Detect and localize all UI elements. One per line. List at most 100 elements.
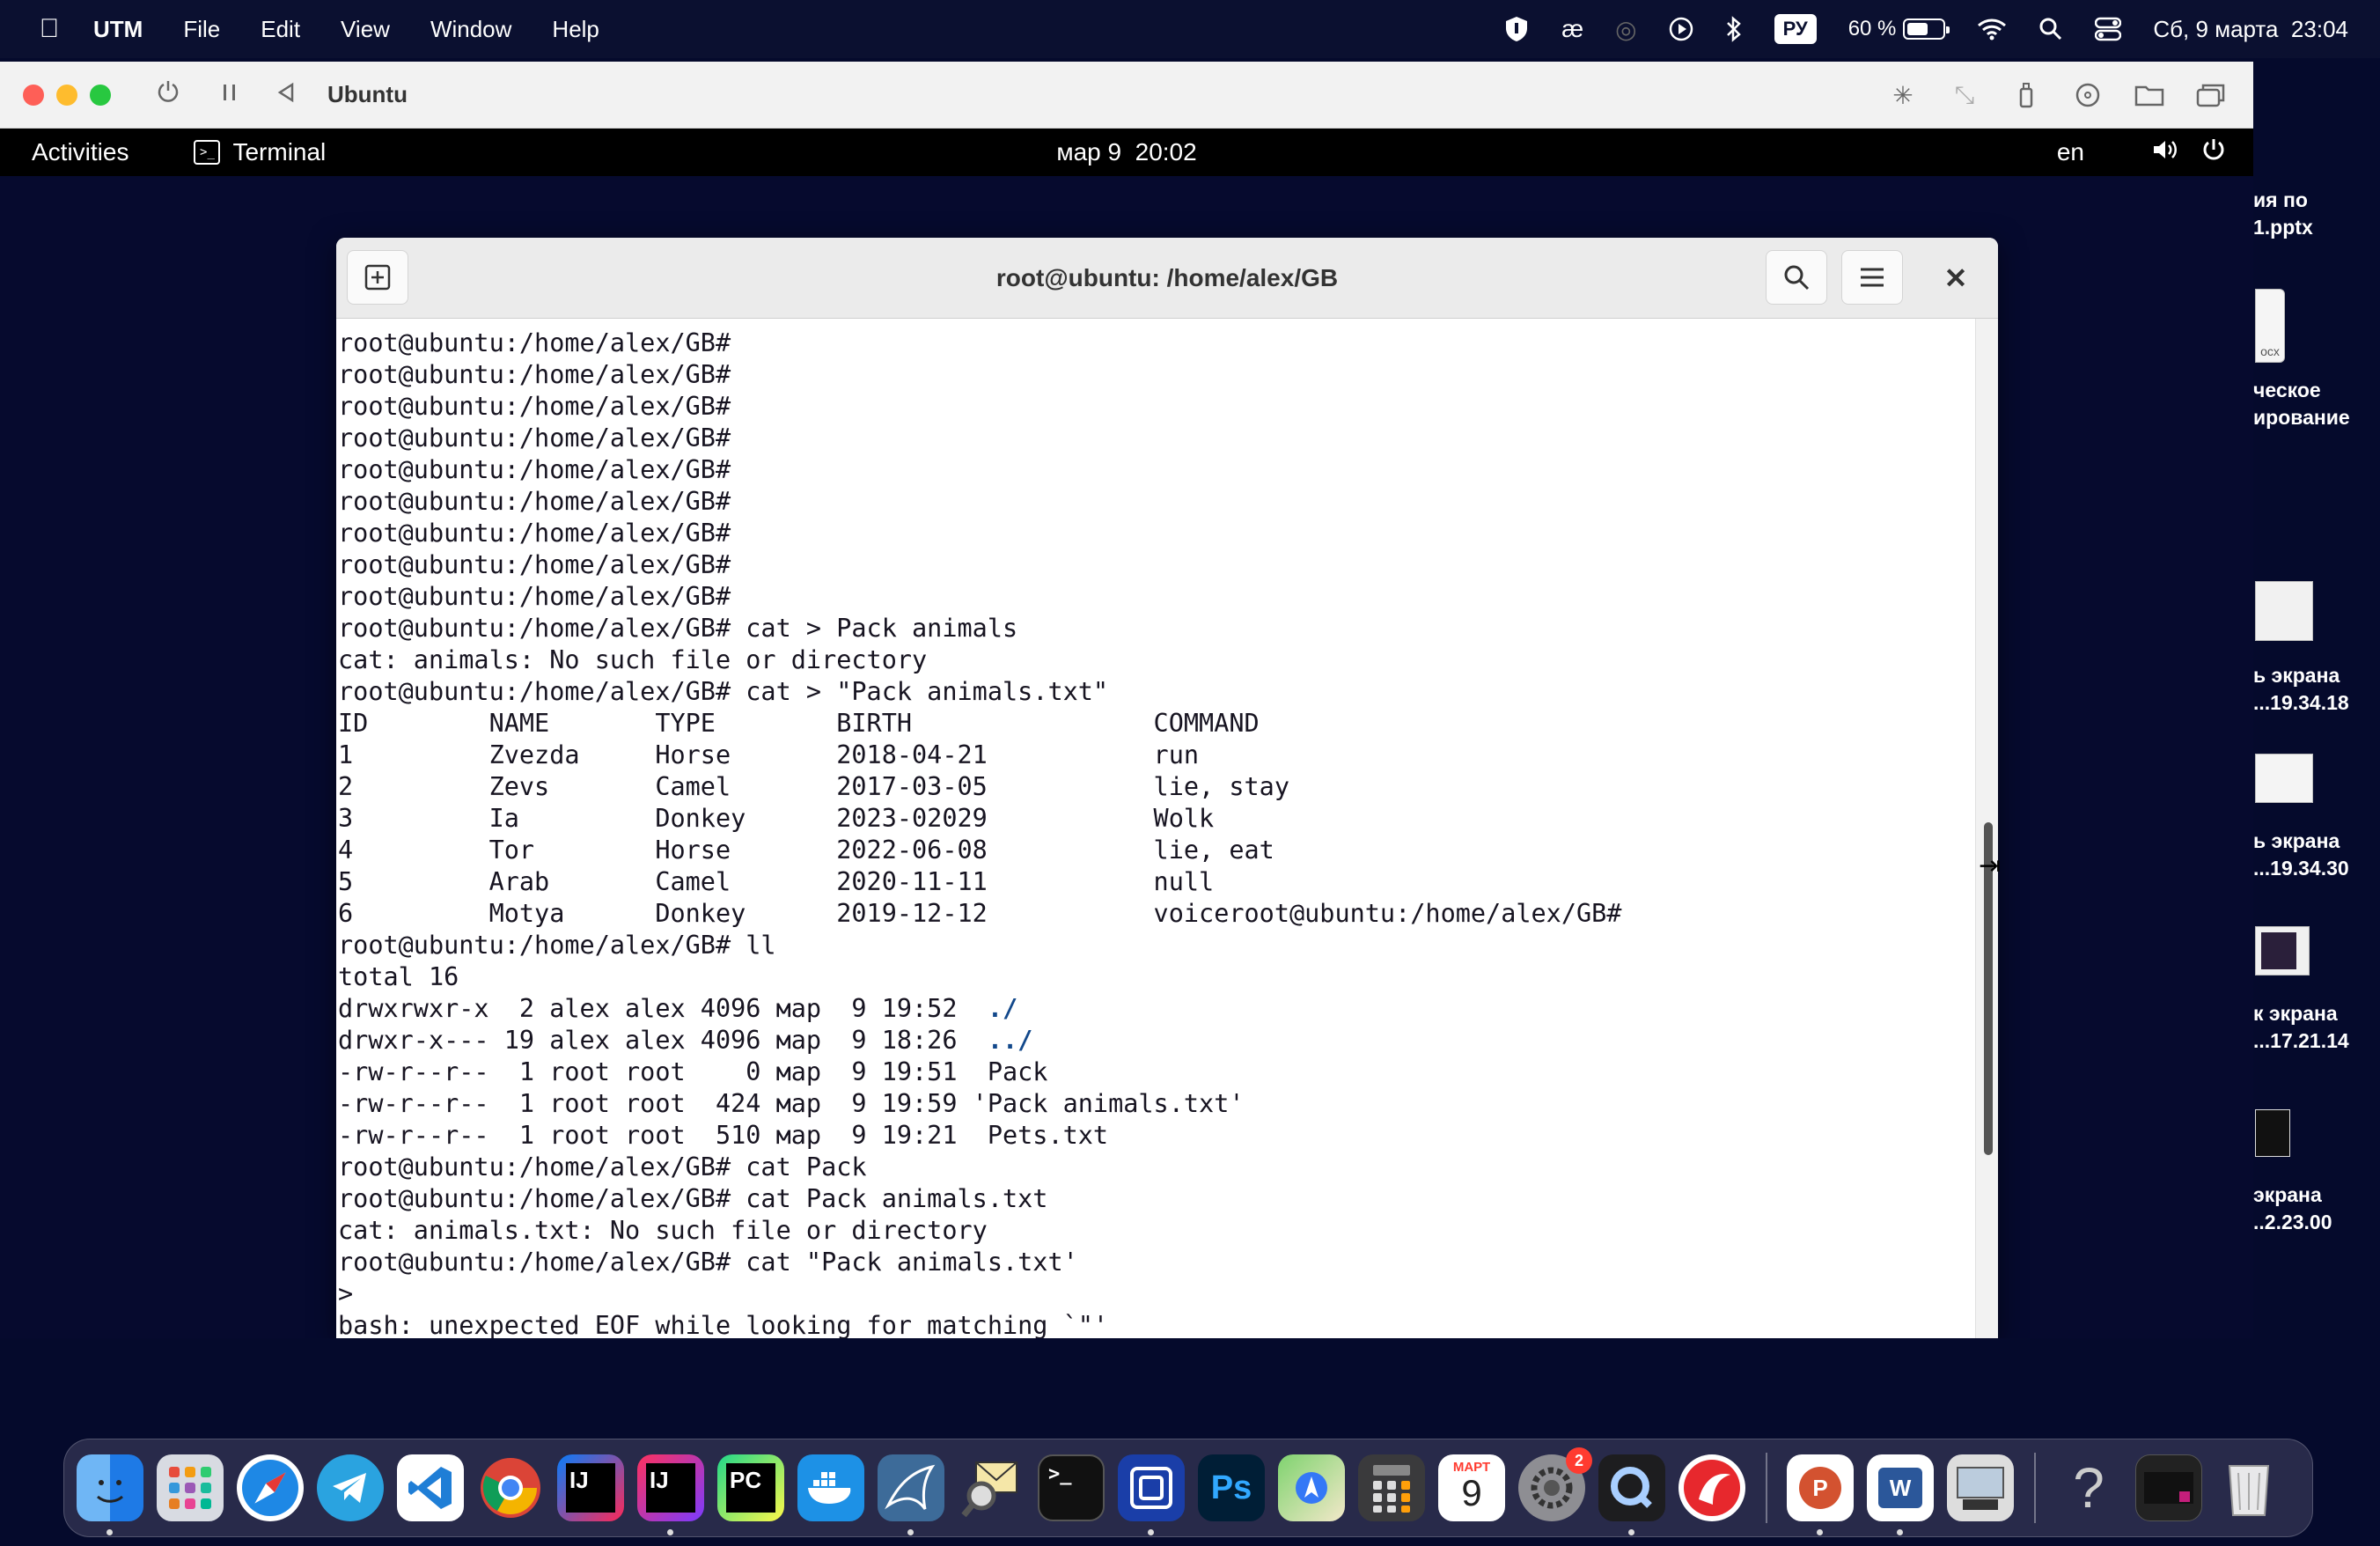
- terminal-line: 1 Zvezda Horse 2018-04-21 run: [338, 740, 1200, 769]
- terminal-window: root@ubuntu: /home/alex/GB ✕ root@ubuntu…: [336, 238, 1998, 1338]
- dock-chrome[interactable]: [477, 1454, 544, 1521]
- activities-button[interactable]: Activities: [32, 138, 129, 166]
- spotlight-icon[interactable]: [2038, 17, 2063, 41]
- menu-help[interactable]: Help: [552, 16, 599, 43]
- dock-intellij-ce[interactable]: IJ: [557, 1454, 624, 1521]
- dock-intellij[interactable]: IJ: [637, 1454, 704, 1535]
- utm-window-title: Ubuntu: [327, 81, 408, 107]
- shared-folder-icon[interactable]: [2134, 79, 2165, 111]
- usb-icon[interactable]: [2010, 79, 2042, 111]
- menubar-datetime[interactable]: Сб, 9 марта 23:04: [2153, 16, 2348, 43]
- apple-menu-icon[interactable]: : [32, 14, 67, 44]
- keyboard-layout-indicator[interactable]: en: [2057, 138, 2084, 166]
- dock-trash[interactable]: [2215, 1454, 2282, 1521]
- bluetooth-icon[interactable]: [1725, 16, 1743, 42]
- terminal-body[interactable]: root@ubuntu:/home/alex/GB# root@ubuntu:/h…: [336, 319, 1998, 1338]
- dock-mysql-workbench[interactable]: [878, 1454, 944, 1535]
- gnome-clock[interactable]: мар 9 20:02: [0, 138, 2253, 166]
- dock-calculator[interactable]: [1358, 1454, 1425, 1521]
- menu-edit[interactable]: Edit: [261, 16, 300, 43]
- settings-badge: 2: [1566, 1447, 1592, 1474]
- screenshot-thumbnail: [2255, 1109, 2290, 1157]
- windows-icon[interactable]: [2195, 79, 2227, 111]
- shield-icon[interactable]: [1503, 15, 1530, 43]
- dock-safari[interactable]: [237, 1454, 304, 1521]
- terminal-line: 4 Tor Horse 2022-06-08 lie, eat: [338, 836, 1274, 865]
- dir-entry: ../: [987, 1026, 1033, 1055]
- dock-docker[interactable]: [797, 1454, 864, 1521]
- dock-maps[interactable]: [1278, 1454, 1345, 1521]
- menu-view[interactable]: View: [341, 16, 390, 43]
- dock-separator: [2034, 1453, 2036, 1523]
- dock-calendar[interactable]: МАРТ 9: [1438, 1454, 1505, 1521]
- pause-icon[interactable]: [215, 81, 245, 109]
- close-window-button[interactable]: [23, 84, 44, 106]
- power-icon[interactable]: [153, 79, 183, 110]
- terminal-line: drwxr-x--- 19 alex alex 4096 мар 9 18:26…: [338, 1026, 1033, 1055]
- airdrop-icon[interactable]: ◎: [1615, 15, 1636, 44]
- docx-thumbnail: ocx: [2255, 289, 2285, 363]
- dock-separator: [1766, 1453, 1767, 1523]
- app-menu-terminal[interactable]: >_ Terminal: [194, 138, 326, 166]
- dock-pycharm[interactable]: PC: [717, 1454, 784, 1521]
- resize-icon[interactable]: ⤡: [1949, 79, 1980, 111]
- dock-word[interactable]: W: [1867, 1454, 1934, 1535]
- dock-system-settings[interactable]: 2: [1518, 1447, 1592, 1521]
- back-icon[interactable]: [271, 81, 301, 109]
- dock-mail-search[interactable]: [958, 1454, 1025, 1521]
- cd-icon[interactable]: [2072, 79, 2104, 111]
- dock-preview[interactable]: [1947, 1454, 2014, 1521]
- system-power-icon[interactable]: [2200, 136, 2227, 169]
- dir-entry: ./: [987, 994, 1018, 1023]
- dock-launchpad[interactable]: [157, 1454, 224, 1521]
- capture-cursor-icon[interactable]: ✳: [1887, 79, 1919, 111]
- terminal-line: root@ubuntu:/home/alex/GB#: [338, 550, 731, 579]
- battery-percent: 60 %: [1847, 17, 1897, 40]
- control-center-icon[interactable]: [2095, 17, 2122, 41]
- screenshot-thumbnail: [2255, 754, 2313, 803]
- zoom-window-button[interactable]: [90, 84, 111, 106]
- dock-opera[interactable]: [1678, 1454, 1745, 1521]
- menu-window[interactable]: Window: [430, 16, 511, 43]
- menu-file[interactable]: File: [183, 16, 220, 43]
- new-tab-button[interactable]: [347, 250, 408, 305]
- mac-dock: IJ IJ PC >_ Ps МАРТ 9 2 P W ?: [63, 1439, 2313, 1537]
- input-source[interactable]: РУ: [1774, 14, 1817, 44]
- dock-photoshop[interactable]: Ps: [1198, 1454, 1265, 1521]
- terminal-line: root@ubuntu:/home/alex/GB#: [338, 519, 731, 548]
- dock-terminal[interactable]: >_: [1038, 1454, 1105, 1521]
- search-button[interactable]: [1766, 250, 1827, 305]
- battery-status[interactable]: 60 %: [1847, 17, 1950, 41]
- terminal-line: root@ubuntu:/home/alex/GB# ll: [338, 931, 776, 960]
- dock-finder[interactable]: [77, 1454, 143, 1535]
- minimize-window-button[interactable]: [56, 84, 77, 106]
- close-terminal-button[interactable]: ✕: [1936, 259, 1975, 298]
- dock-telegram[interactable]: [317, 1454, 384, 1521]
- gnome-top-bar: Activities >_ Terminal мар 9 20:02 en: [0, 129, 2253, 176]
- dock-minimized-window[interactable]: [2135, 1454, 2202, 1521]
- terminal-line: bash: unexpected EOF while looking for m…: [338, 1311, 1109, 1338]
- terminal-line: 6 Motya Donkey 2019-12-12 voiceroot@ubun…: [338, 899, 1622, 928]
- ae-icon[interactable]: æ: [1561, 15, 1583, 43]
- dock-vscode[interactable]: [397, 1454, 464, 1521]
- mac-menubar:  UTM File Edit View Window Help æ ◎ РУ …: [0, 0, 2380, 58]
- dock-utm[interactable]: [1118, 1454, 1185, 1535]
- play-circle-icon[interactable]: [1669, 17, 1693, 41]
- terminal-scrollbar[interactable]: [1975, 319, 1998, 1338]
- menu-app-name[interactable]: UTM: [93, 16, 143, 43]
- dock-powerpoint[interactable]: P: [1787, 1454, 1854, 1535]
- dock-help-icon[interactable]: ?: [2055, 1454, 2122, 1521]
- menu-button[interactable]: [1841, 250, 1903, 305]
- terminal-line: root@ubuntu:/home/alex/GB# cat Pack anim…: [338, 1184, 1048, 1213]
- terminal-line: root@ubuntu:/home/alex/GB#: [338, 360, 731, 389]
- terminal-output[interactable]: root@ubuntu:/home/alex/GB# root@ubuntu:/h…: [338, 328, 1972, 1338]
- terminal-app-icon: >_: [194, 140, 221, 165]
- volume-icon[interactable]: [2151, 137, 2179, 168]
- terminal-line: ID NAME TYPE BIRTH COMMAND: [338, 709, 1260, 738]
- terminal-line: total 16: [338, 962, 459, 991]
- wifi-icon[interactable]: [1977, 18, 2007, 40]
- mac-desktop-files: ия по 1.pptx ocx ческое ирование ь экран…: [2253, 188, 2350, 1233]
- terminal-line: root@ubuntu:/home/alex/GB# cat > Pack an…: [338, 614, 1018, 643]
- terminal-line: -rw-r--r-- 1 root root 0 мар 9 19:51 Pac…: [338, 1057, 1048, 1086]
- dock-quicktime[interactable]: [1598, 1454, 1665, 1535]
